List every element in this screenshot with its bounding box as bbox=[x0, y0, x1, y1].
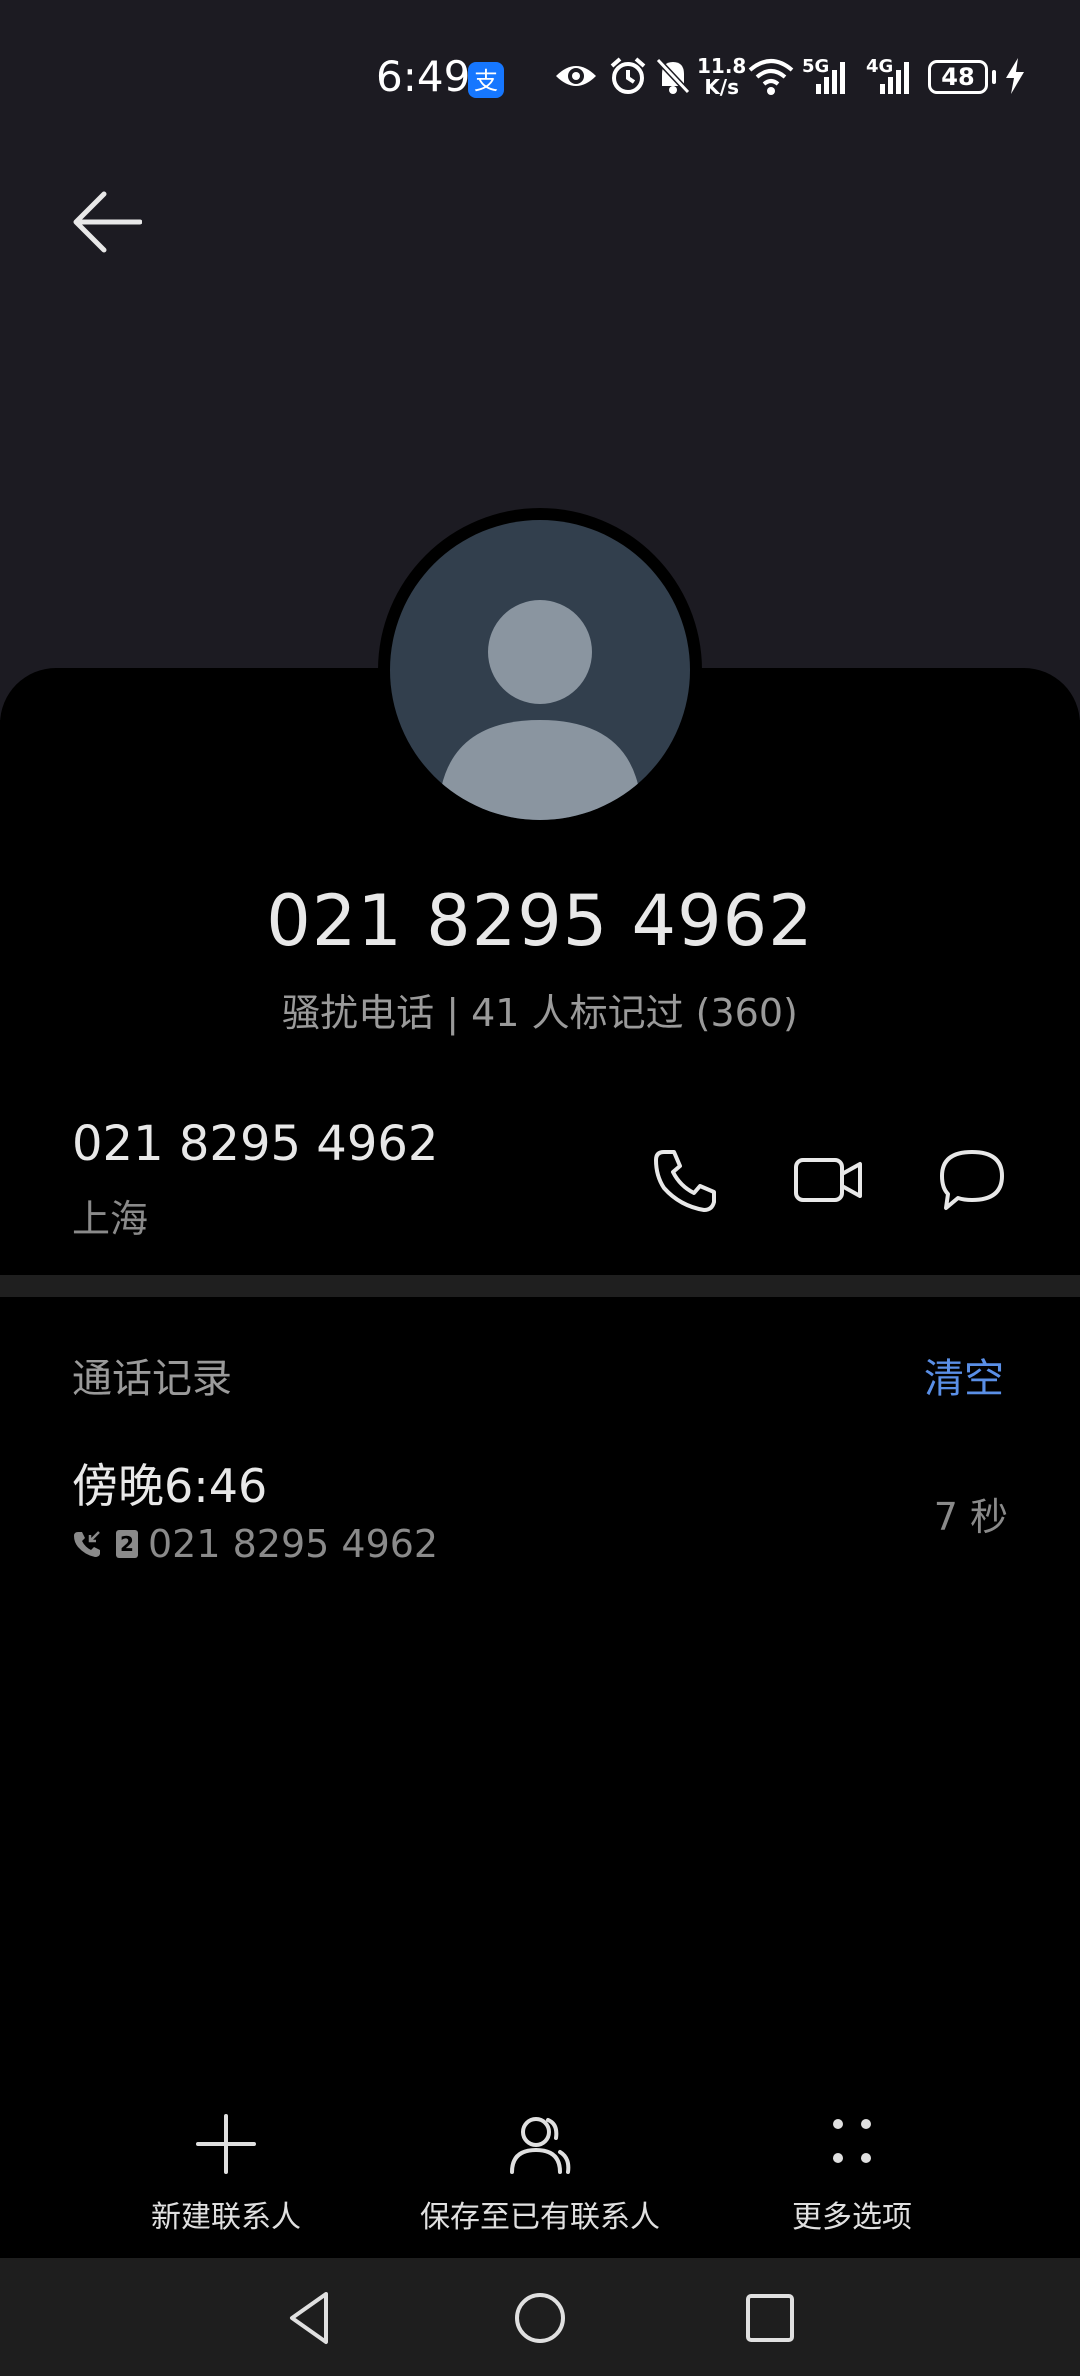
battery-tip bbox=[992, 70, 996, 84]
contacts-icon bbox=[510, 2117, 571, 2174]
new-contact-button[interactable]: 新建联系人 bbox=[46, 2112, 406, 2235]
more-dots-icon bbox=[833, 2119, 871, 2163]
person-icon bbox=[438, 600, 642, 820]
battery-level: 48 bbox=[941, 63, 975, 91]
contact-number-title: 021 8295 4962 bbox=[266, 880, 814, 962]
avatar-placeholder bbox=[390, 520, 690, 820]
save-to-existing-button[interactable]: 保存至已有联系人 bbox=[360, 2112, 720, 2235]
plus-icon bbox=[196, 2114, 256, 2174]
call-time: 傍晚6:46 bbox=[72, 1459, 268, 1513]
back-arrow-icon[interactable] bbox=[70, 186, 142, 258]
signal-icon-2 bbox=[880, 62, 909, 94]
call-number: 021 8295 4962 bbox=[148, 1522, 439, 1566]
call-duration: 7 秒 bbox=[933, 1495, 1008, 1539]
system-nav-bar bbox=[0, 2258, 1080, 2376]
more-options-label: 更多选项 bbox=[792, 2200, 912, 2235]
signal-icon bbox=[816, 62, 845, 94]
svg-text:支: 支 bbox=[474, 67, 498, 95]
call-log-entry[interactable]: 傍晚6:46 2 021 8295 4962 7 秒 bbox=[72, 1450, 1008, 1580]
alipay-icon: 支 bbox=[468, 62, 504, 98]
sim-badge: 2 bbox=[116, 1530, 138, 1558]
phone-number-row[interactable]: 021 8295 4962 上海 bbox=[72, 1116, 439, 1241]
phone-call-icon[interactable] bbox=[650, 1144, 722, 1216]
new-contact-label: 新建联系人 bbox=[151, 2200, 301, 2235]
status-time: 6:49 bbox=[376, 52, 471, 101]
more-options-button[interactable]: 更多选项 bbox=[672, 2112, 1032, 2235]
video-call-icon[interactable] bbox=[792, 1144, 864, 1216]
nav-home-icon[interactable] bbox=[510, 2288, 570, 2348]
message-icon[interactable] bbox=[936, 1144, 1008, 1216]
network-speed: 11.8 K/s bbox=[697, 54, 747, 99]
spam-tag-line: 骚扰电话 | 41 人标记过 (360) bbox=[282, 991, 798, 1035]
charging-icon bbox=[1006, 58, 1024, 94]
eye-icon bbox=[556, 66, 596, 86]
section-divider bbox=[0, 1275, 1080, 1297]
row-phone-number: 021 8295 4962 bbox=[72, 1116, 439, 1172]
avatar bbox=[378, 508, 702, 832]
nav-recents-icon[interactable] bbox=[740, 2288, 800, 2348]
bell-muted-icon bbox=[655, 57, 691, 95]
save-to-existing-label: 保存至已有联系人 bbox=[420, 2200, 660, 2235]
call-log-title: 通话记录 bbox=[72, 1356, 232, 1402]
incoming-call-icon bbox=[74, 1531, 100, 1557]
battery-icon: 48 bbox=[928, 60, 988, 94]
nav-back-icon[interactable] bbox=[280, 2288, 340, 2348]
row-location: 上海 bbox=[72, 1197, 149, 1241]
clear-call-log-button[interactable]: 清空 bbox=[924, 1346, 1004, 1404]
wifi-icon bbox=[748, 59, 794, 95]
call-meta: 2 021 8295 4962 bbox=[72, 1522, 438, 1566]
alarm-icon bbox=[610, 57, 646, 94]
